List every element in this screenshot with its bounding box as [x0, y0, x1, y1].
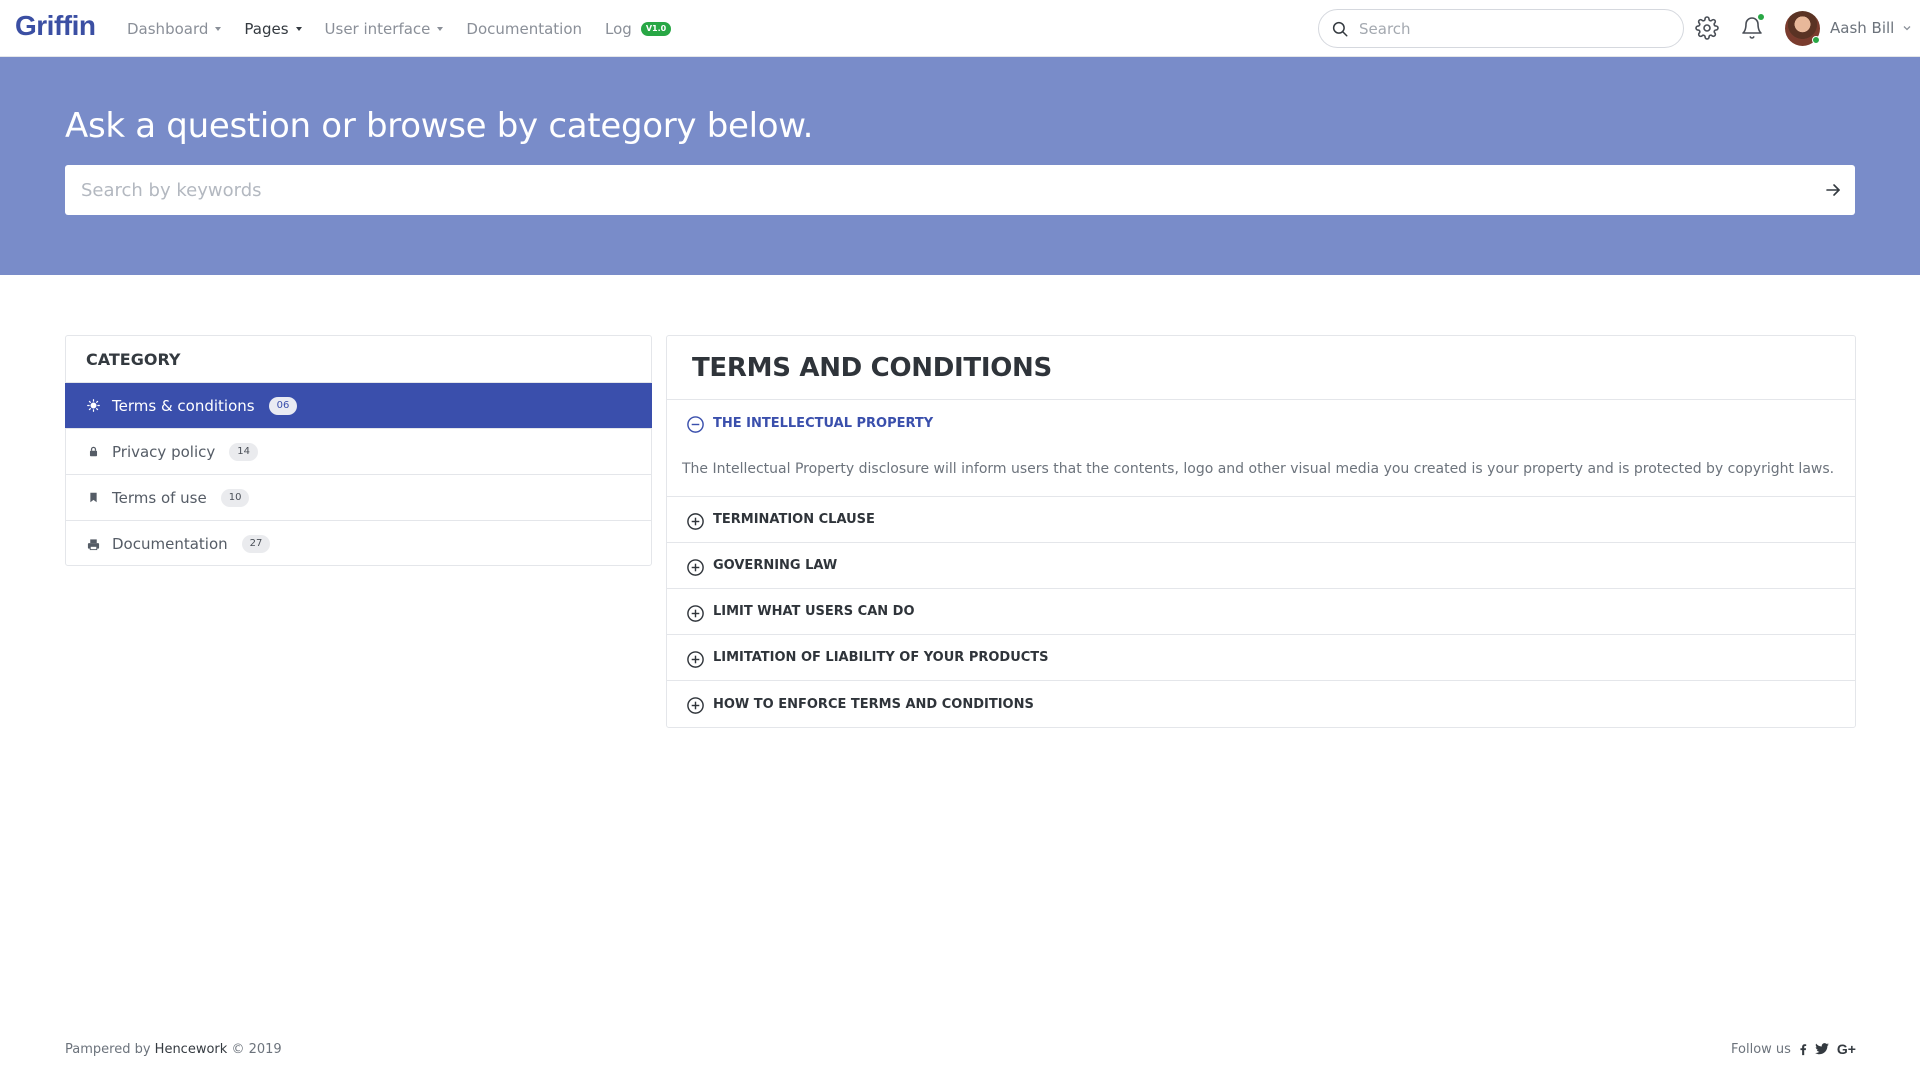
accordion-title: HOW TO ENFORCE TERMS AND CONDITIONS: [713, 696, 1034, 712]
menu-item-log[interactable]: Log V1.0: [605, 19, 672, 38]
accordion-title: GOVERNING LAW: [713, 558, 838, 573]
arrow-right-icon[interactable]: [1825, 182, 1841, 198]
user-menu[interactable]: Aash Bill: [1830, 19, 1912, 37]
menu-item-pages[interactable]: Pages: [244, 19, 302, 38]
footer-prefix: Pampered by: [65, 1042, 151, 1057]
nav-search[interactable]: [1318, 9, 1684, 48]
category-item-documentation[interactable]: Documentation 27: [66, 521, 651, 567]
nav-search-input[interactable]: [1359, 19, 1659, 38]
footer-brand-link[interactable]: Hencework: [155, 1042, 228, 1057]
category-item-label: Terms & conditions: [112, 396, 255, 415]
category-item-label: Privacy policy: [112, 442, 216, 461]
keyword-search-input[interactable]: [81, 179, 1781, 201]
menu-item-label: User interface: [324, 19, 431, 38]
menu-item-user-interface[interactable]: User interface: [325, 20, 444, 38]
accordion-title: LIMITATION OF LIABILITY OF YOUR PRODUCTS: [713, 650, 1049, 665]
accordion-title: LIMIT WHAT USERS CAN DO: [713, 604, 915, 619]
plus-circle-icon: [687, 558, 704, 576]
notification-dot: [1758, 14, 1764, 20]
online-status-dot: [1812, 36, 1820, 44]
menu-item-label: Pages: [244, 19, 289, 38]
user-name: Aash Bill: [1830, 19, 1895, 37]
gear-icon[interactable]: [1695, 16, 1719, 40]
chevron-down-icon: [1903, 26, 1911, 31]
google-plus-icon[interactable]: G+: [1837, 1041, 1856, 1057]
category-item-terms-conditions[interactable]: Terms & conditions 06: [65, 383, 652, 429]
accordion-header-enforce-terms[interactable]: HOW TO ENFORCE TERMS AND CONDITIONS: [667, 681, 1855, 727]
terms-card: TERMS AND CONDITIONS THE INTELLECTUAL PR…: [666, 335, 1856, 728]
bookmark-icon: [86, 491, 100, 505]
accordion-header-termination-clause[interactable]: TERMINATION CLAUSE: [667, 497, 1855, 543]
accordion-title: TERMINATION CLAUSE: [713, 512, 875, 527]
caret-down-icon: [437, 26, 444, 31]
main-menu: Dashboard Pages User interface Documenta…: [127, 0, 694, 57]
twitter-icon[interactable]: [1815, 1043, 1829, 1055]
menu-item-documentation[interactable]: Documentation: [466, 20, 582, 38]
menu-item-label: Log: [605, 19, 632, 38]
caret-down-icon: [215, 26, 222, 31]
category-count-badge: 14: [229, 442, 258, 461]
follow-us-label: Follow us: [1731, 1041, 1791, 1057]
hero-title: Ask a question or browse by category bel…: [65, 106, 814, 146]
brand-logo[interactable]: Griffin: [15, 10, 96, 42]
plus-circle-icon: [687, 650, 704, 668]
category-heading: CATEGORY: [66, 336, 651, 383]
category-item-label: Documentation: [112, 535, 228, 553]
plus-circle-icon: [687, 697, 704, 714]
top-navbar: Griffin Dashboard Pages User interface D…: [0, 0, 1920, 57]
hero-banner: Ask a question or browse by category bel…: [0, 57, 1920, 275]
version-badge: V1.0: [640, 21, 672, 36]
menu-item-label: Dashboard: [127, 19, 209, 38]
accordion-header-limit-what-users-can-do[interactable]: LIMIT WHAT USERS CAN DO: [667, 589, 1855, 635]
menu-item-dashboard[interactable]: Dashboard: [127, 19, 222, 38]
category-item-label: Terms of use: [112, 488, 207, 507]
category-item-terms-of-use[interactable]: Terms of use 10: [66, 475, 651, 521]
footer-copyright: © 2019: [231, 1042, 282, 1057]
accordion-header-governing-law[interactable]: GOVERNING LAW: [667, 543, 1855, 589]
search-icon: [1332, 21, 1348, 36]
terms-title: TERMS AND CONDITIONS: [667, 336, 1855, 400]
accordion-body: The Intellectual Property disclosure wil…: [682, 461, 1835, 477]
category-count-badge: 27: [241, 535, 271, 553]
facebook-icon[interactable]: [1799, 1043, 1807, 1056]
accordion-header-limitation-of-liability[interactable]: LIMITATION OF LIABILITY OF YOUR PRODUCTS: [667, 635, 1855, 681]
category-count-badge: 10: [220, 488, 250, 507]
keyword-search[interactable]: [65, 165, 1855, 215]
accordion-header-intellectual-property[interactable]: THE INTELLECTUAL PROPERTY: [667, 400, 1855, 446]
printer-icon: [86, 537, 100, 551]
footer-credit: Pampered by Hencework © 2019: [65, 1042, 282, 1057]
accordion-title: THE INTELLECTUAL PROPERTY: [713, 415, 934, 431]
category-count-badge: 06: [268, 396, 298, 415]
accordion-item-expanded: THE INTELLECTUAL PROPERTY The Intellectu…: [667, 400, 1855, 497]
caret-down-icon: [295, 26, 302, 31]
plus-circle-icon: [687, 604, 704, 622]
minus-circle-icon: [687, 416, 704, 433]
lock-icon: [86, 445, 100, 459]
plus-circle-icon: [687, 512, 704, 530]
menu-item-label: Documentation: [466, 19, 583, 38]
sun-icon: [86, 399, 100, 413]
footer-social: Follow us G+: [1731, 1041, 1856, 1057]
category-card: CATEGORY Terms & conditions 06 Privacy p…: [65, 335, 652, 566]
category-item-privacy-policy[interactable]: Privacy policy 14: [66, 429, 651, 475]
